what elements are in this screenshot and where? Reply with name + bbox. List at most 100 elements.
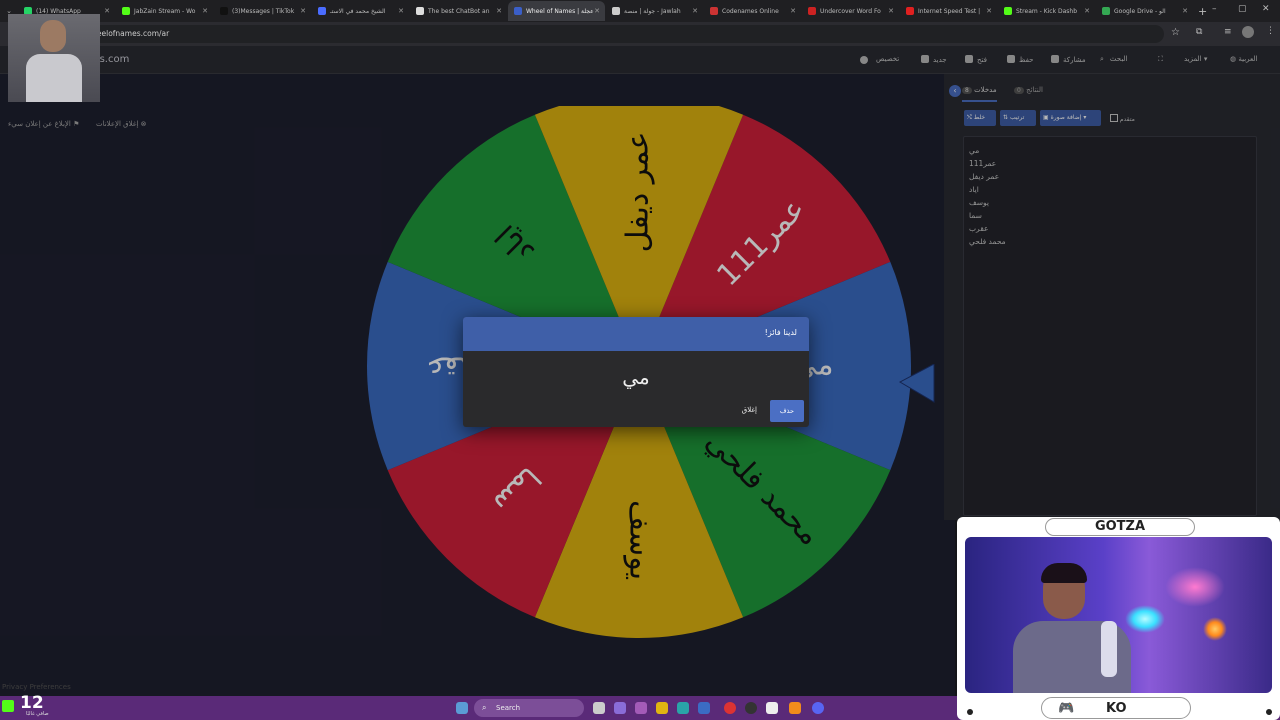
overlay-bottom-label: 🎮 KO — [1041, 697, 1191, 719]
search-icon: ⌕ — [482, 703, 487, 712]
browser-tab-strip: ⌄ (14) WhatsApp ✕ JabZain Stream - Wo ✕ (3)M… — [0, 0, 1280, 22]
streamer-name: GOTZA — [1094, 519, 1146, 534]
tab-favicon-icon — [416, 7, 424, 15]
capcut-icon[interactable] — [766, 702, 778, 714]
tab-favicon-icon — [710, 7, 718, 15]
close-tab-icon[interactable]: ✕ — [202, 7, 208, 15]
close-tab-icon[interactable]: ✕ — [692, 7, 698, 15]
tab-title: JabZain Stream - Wo — [134, 7, 196, 15]
winner-name: مي — [622, 365, 650, 389]
tab-title: The best ChatBot an — [428, 7, 490, 15]
browser-tab[interactable]: Internet Speed Test | ✕ — [900, 1, 997, 21]
tab-favicon-icon — [1102, 7, 1110, 15]
close-tab-icon[interactable]: ✕ — [398, 7, 404, 15]
stream-camera-overlay: GOTZA 🎮 KO — [957, 517, 1280, 720]
candle-light — [1203, 617, 1227, 641]
overlay-dot — [967, 709, 973, 715]
address-bar[interactable]: ⚙ wheelofnames.com/ar ☆ — [64, 25, 1180, 43]
dialog-title: لدينا فائز! — [764, 328, 797, 337]
browser-tab[interactable]: Google Drive - الو ✕ — [1096, 1, 1193, 21]
edge-icon[interactable] — [677, 702, 689, 714]
media-icon[interactable]: ≡ — [1224, 27, 1232, 37]
browser-tab[interactable]: (3)Messages | TikTok ✕ — [214, 1, 311, 21]
bookmark-star-icon[interactable]: ☆ — [1171, 27, 1180, 38]
tab-title: Undercover Word Fo — [820, 7, 881, 15]
camera-feed — [965, 537, 1272, 693]
gamepad-icon: 🎮 — [1058, 701, 1075, 716]
copilot-icon[interactable] — [614, 702, 626, 714]
browser-tab[interactable]: The best ChatBot an ✕ — [410, 1, 507, 21]
browser-toolbar: ← → ↻ ⚙ wheelofnames.com/ar ☆ ⧉ ≡ ⋮ — [0, 22, 1280, 46]
tab-favicon-icon — [220, 7, 228, 15]
tab-title: Wheel of Names | عجلة — [526, 7, 594, 15]
close-tab-icon[interactable]: ✕ — [1084, 7, 1090, 15]
discord-icon[interactable] — [812, 702, 824, 714]
temperature: 12 — [20, 693, 44, 713]
browser-tab[interactable]: الشيخ محمد في الاستـ ✕ — [312, 1, 409, 21]
close-button[interactable]: إغلاق — [742, 406, 757, 414]
streamer-head — [40, 20, 66, 52]
dialog-header: لدينا فائز! — [463, 317, 809, 351]
browser-tab[interactable]: Codenames Online ✕ — [704, 1, 801, 21]
person-hair — [1041, 563, 1087, 583]
weather-widget[interactable]: 12 صافي غالبًا — [2, 693, 62, 720]
tab-title: الشيخ محمد في الاستـ — [330, 7, 386, 15]
tab-title: Google Drive - الو — [1114, 7, 1166, 15]
close-tab-icon[interactable]: ✕ — [594, 7, 600, 15]
browser-tab[interactable]: JabZain Stream - Wo ✕ — [116, 1, 213, 21]
streamer-body — [26, 54, 82, 102]
vlc-icon[interactable] — [789, 702, 801, 714]
store-icon[interactable] — [698, 702, 710, 714]
tab-favicon-icon — [906, 7, 914, 15]
file-explorer-icon[interactable] — [656, 702, 668, 714]
webcam-overlay — [8, 14, 100, 102]
browser-tab[interactable]: Undercover Word Fo ✕ — [802, 1, 899, 21]
tab-title: Codenames Online — [722, 7, 779, 15]
tab-favicon-icon — [318, 7, 326, 15]
profile-avatar[interactable] — [1242, 26, 1254, 38]
winner-dialog: لدينا فائز! مي حذف إغلاق — [463, 317, 809, 427]
tab-favicon-icon — [808, 7, 816, 15]
overlay-bottom-text: KO — [1106, 701, 1127, 716]
close-tab-icon[interactable]: ✕ — [888, 7, 894, 15]
close-tab-icon[interactable]: ✕ — [104, 7, 110, 15]
start-icon[interactable] — [456, 702, 468, 714]
tab-favicon-icon — [1004, 7, 1012, 15]
close-tab-icon[interactable]: ✕ — [496, 7, 502, 15]
close-window-icon[interactable]: ✕ — [1262, 4, 1270, 14]
browser-tab[interactable]: جولة | منصة - Jawlah ✕ — [606, 1, 703, 21]
close-tab-icon[interactable]: ✕ — [300, 7, 306, 15]
widgets-icon[interactable] — [635, 702, 647, 714]
close-tab-icon[interactable]: ✕ — [1182, 7, 1188, 15]
taskbar-search[interactable]: ⌕ Search — [474, 699, 584, 717]
tab-favicon-icon — [122, 7, 130, 15]
lamp-glow — [1125, 605, 1165, 633]
extensions-icon[interactable]: ⧉ — [1196, 27, 1202, 37]
tab-title: Internet Speed Test | — [918, 7, 981, 15]
tab-title: جولة | منصة - Jawlah — [624, 7, 681, 15]
minimize-icon[interactable]: – — [1212, 4, 1217, 14]
tab-list: (14) WhatsApp ✕ JabZain Stream - Wo ✕ (3)Mes… — [18, 1, 1194, 21]
weather-icon — [2, 700, 14, 712]
overlay-top-label: GOTZA — [1045, 518, 1195, 536]
close-tab-icon[interactable]: ✕ — [790, 7, 796, 15]
browser-tab[interactable]: Wheel of Names | عجلة ✕ — [508, 1, 605, 21]
maximize-icon[interactable]: ▢ — [1238, 4, 1247, 14]
tab-favicon-icon — [612, 7, 620, 15]
browser-tab[interactable]: Stream - Kick Dashb ✕ — [998, 1, 1095, 21]
tab-favicon-icon — [514, 7, 522, 15]
bed-light — [1165, 567, 1225, 607]
microphone — [1101, 621, 1117, 677]
obs-icon[interactable] — [745, 702, 757, 714]
tab-title: Stream - Kick Dashb — [1016, 7, 1078, 15]
chrome-icon[interactable] — [724, 702, 736, 714]
new-tab-button[interactable]: + — [1198, 5, 1207, 18]
weather-condition: صافي غالبًا — [26, 711, 49, 717]
close-tab-icon[interactable]: ✕ — [986, 7, 992, 15]
tab-title: (3)Messages | TikTok — [232, 7, 295, 15]
remove-button[interactable]: حذف — [770, 400, 804, 422]
overlay-dot — [1266, 709, 1272, 715]
search-placeholder: Search — [496, 704, 521, 712]
task-view-icon[interactable] — [593, 702, 605, 714]
browser-menu-icon[interactable]: ⋮ — [1266, 26, 1275, 36]
